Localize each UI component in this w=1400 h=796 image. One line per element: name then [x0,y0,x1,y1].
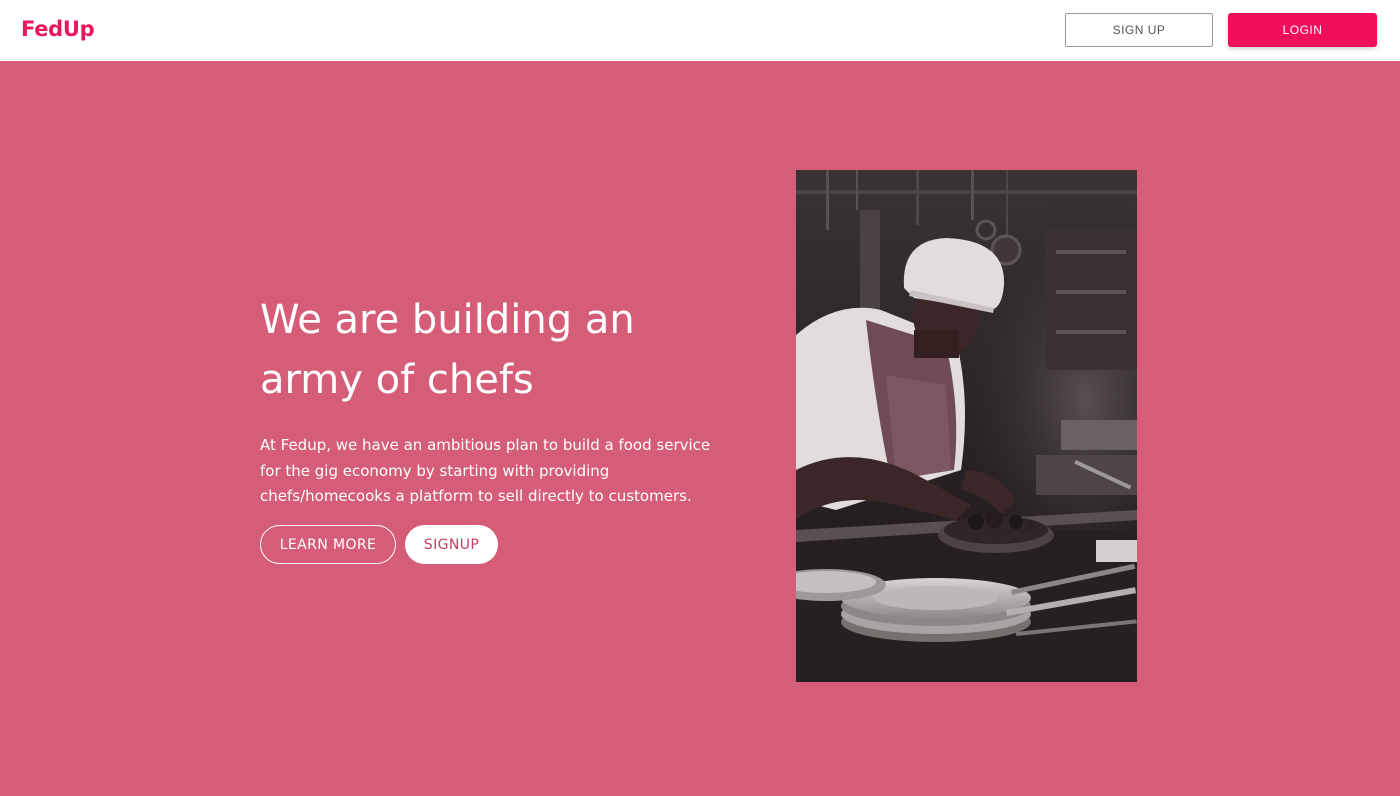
hero-signup-button[interactable]: SIGNUP [405,525,498,564]
chef-photo-illustration [796,170,1137,682]
chef-photo [796,170,1137,682]
login-button[interactable]: LOGIN [1228,13,1377,47]
learn-more-button[interactable]: LEARN MORE [260,525,396,564]
fedup-logo[interactable]: FedUp [21,17,95,41]
hero-description: At Fedup, we have an ambitious plan to b… [260,436,711,505]
top-navbar: FedUp SIGN UP LOGIN [0,0,1400,60]
sign-up-button[interactable]: SIGN UP [1065,13,1213,47]
hero-section [0,61,1400,796]
hero-headline: We are building an army of chefs [260,297,635,403]
